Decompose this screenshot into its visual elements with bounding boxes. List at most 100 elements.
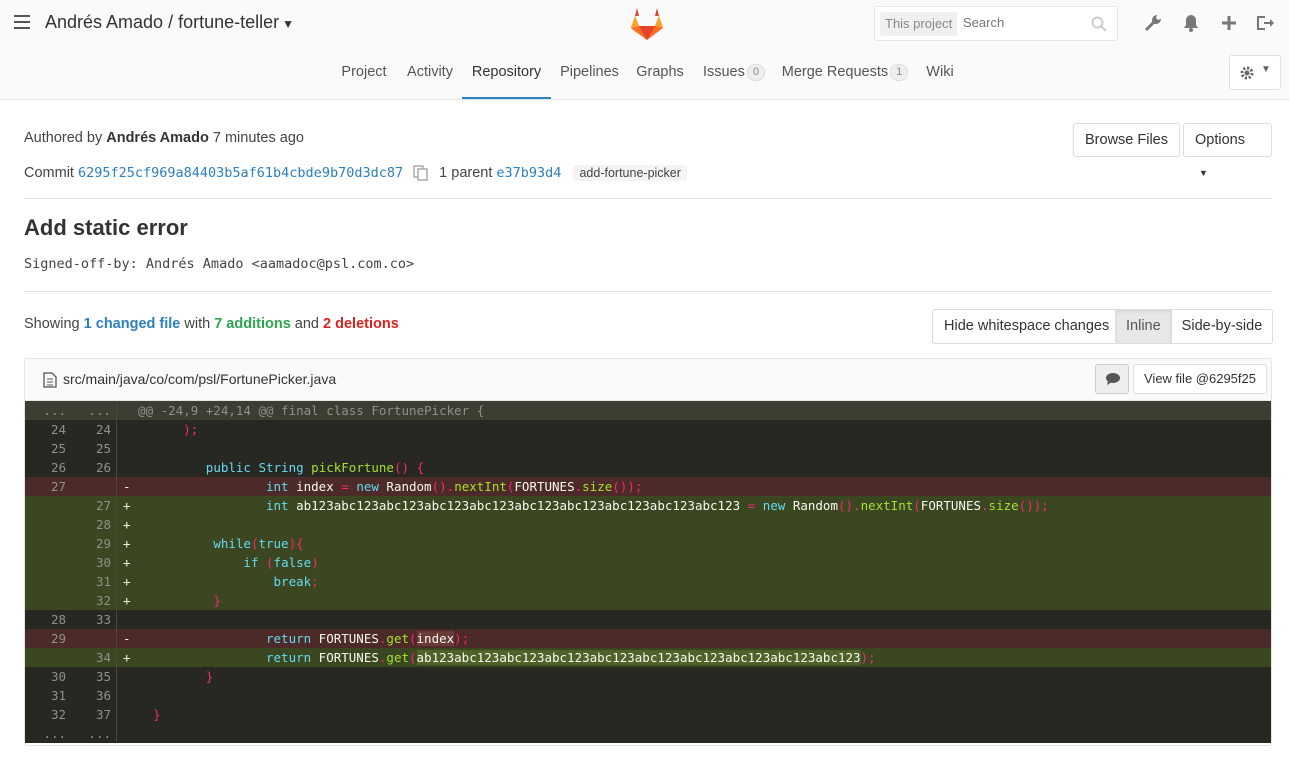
tab-pipelines[interactable]: Pipelines <box>555 50 624 99</box>
old-line-number[interactable]: 28 <box>25 610 71 629</box>
old-line-number[interactable] <box>25 648 71 667</box>
tab-issues[interactable]: Issues 0 <box>700 50 768 99</box>
search-input[interactable] <box>963 15 1083 30</box>
new-line-number[interactable]: ... <box>71 401 117 420</box>
project-nav-tabs: Project Activity Repository Pipelines Gr… <box>0 50 1289 100</box>
old-line-number[interactable]: ... <box>25 724 71 743</box>
new-line-number[interactable]: 29 <box>71 534 117 553</box>
new-line-number[interactable]: 26 <box>71 458 117 477</box>
tab-project[interactable]: Project <box>332 50 396 99</box>
tab-wiki[interactable]: Wiki <box>920 50 960 99</box>
project-title-text[interactable]: Andrés Amado / fortune-teller <box>45 12 279 32</box>
project-title[interactable]: Andrés Amado / fortune-teller ▼ <box>45 12 294 33</box>
issues-count-badge: 0 <box>746 63 766 81</box>
diff-line: 31 36 <box>25 686 1271 705</box>
old-line-number[interactable] <box>25 553 71 572</box>
wrench-icon[interactable] <box>1142 12 1164 34</box>
tab-label[interactable]: Issues <box>703 64 745 80</box>
sign-out-icon[interactable] <box>1254 12 1276 34</box>
tab-merge-requests[interactable]: Merge Requests 1 <box>780 50 910 99</box>
new-line-number[interactable]: 25 <box>71 439 117 458</box>
diff-summary: Showing 1 changed file with 7 additions … <box>24 316 399 332</box>
commit-author-line: Authored by Andrés Amado 7 minutes ago <box>24 130 304 146</box>
top-header: Andrés Amado / fortune-teller ▼ This proj… <box>0 0 1289 100</box>
gitlab-logo-icon[interactable] <box>628 4 666 42</box>
old-line-number[interactable] <box>25 515 71 534</box>
browse-files-button[interactable]: Browse Files <box>1073 123 1180 157</box>
menu-icon[interactable] <box>14 15 30 31</box>
tab-label[interactable]: Activity <box>407 64 453 80</box>
tab-label[interactable]: Project <box>341 64 386 80</box>
tab-label[interactable]: Merge Requests <box>782 64 888 80</box>
old-line-number[interactable]: 31 <box>25 686 71 705</box>
diff-line: 28 + <box>25 515 1271 534</box>
tab-label[interactable]: Pipelines <box>560 64 619 80</box>
new-line-number[interactable]: 27 <box>71 496 117 515</box>
new-line-number[interactable]: 33 <box>71 610 117 629</box>
copy-icon[interactable] <box>413 165 429 181</box>
bell-icon[interactable] <box>1180 12 1202 34</box>
caret-down-icon: ▼ <box>1199 168 1208 178</box>
inline-view-button[interactable]: Inline <box>1116 310 1172 343</box>
hide-whitespace-button[interactable]: Hide whitespace changes <box>932 309 1122 344</box>
plus-icon[interactable] <box>1218 12 1240 34</box>
old-line-number[interactable] <box>25 534 71 553</box>
view-file-button[interactable]: View file @6295f25 <box>1133 364 1267 394</box>
diff-line-code: } <box>205 669 214 684</box>
new-line-number[interactable]: 31 <box>71 572 117 591</box>
old-line-number[interactable]: 29 <box>25 629 71 648</box>
new-line-number[interactable] <box>71 629 117 648</box>
new-line-number[interactable]: 30 <box>71 553 117 572</box>
file-path[interactable]: src/main/java/co/com/psl/FortunePicker.j… <box>63 371 336 387</box>
parent-sha[interactable]: e37b93d4 <box>496 165 561 181</box>
diff-line-code: + } <box>123 593 221 608</box>
new-line-number[interactable]: ... <box>71 724 117 743</box>
deletions-count: 2 deletions <box>323 316 399 332</box>
new-line-number[interactable]: 32 <box>71 591 117 610</box>
options-dropdown-button[interactable]: Options ▼ <box>1183 123 1272 178</box>
diff-file: src/main/java/co/com/psl/FortunePicker.j… <box>24 358 1272 746</box>
tab-graphs[interactable]: Graphs <box>630 50 690 99</box>
old-line-number[interactable]: 26 <box>25 458 71 477</box>
new-line-number[interactable] <box>71 477 117 496</box>
old-line-number[interactable]: 24 <box>25 420 71 439</box>
tab-activity[interactable]: Activity <box>398 50 462 99</box>
diff-line-code: @@ -24,9 +24,14 @@ final class FortunePi… <box>123 403 485 418</box>
tab-label[interactable]: Graphs <box>636 64 684 80</box>
options-label[interactable]: Options <box>1195 132 1245 148</box>
project-settings-button[interactable]: ▼ <box>1229 55 1281 90</box>
toggle-comments-button[interactable] <box>1095 364 1129 394</box>
search-box[interactable]: This project <box>874 6 1118 41</box>
old-line-number[interactable] <box>25 591 71 610</box>
chevron-down-icon[interactable]: ▼ <box>282 17 294 31</box>
side-by-side-view-button[interactable]: Side-by-side <box>1171 310 1273 343</box>
tab-label[interactable]: Wiki <box>926 64 953 80</box>
file-text-icon <box>43 372 57 388</box>
tab-repository[interactable]: Repository <box>462 50 551 99</box>
new-line-number[interactable]: 28 <box>71 515 117 534</box>
search-scope-badge[interactable]: This project <box>880 12 958 36</box>
old-line-number[interactable]: ... <box>25 401 71 420</box>
changed-files-link[interactable]: 1 changed file <box>84 316 181 332</box>
new-line-number[interactable]: 24 <box>71 420 117 439</box>
old-line-number[interactable]: 32 <box>25 705 71 724</box>
commit-sha-line: Commit 6295f25cf969a84403b5af61b4cbde9b7… <box>24 165 687 181</box>
diff-line: 29 + while(true){ <box>25 534 1271 553</box>
diff-line: 32 + } <box>25 591 1271 610</box>
old-line-number[interactable] <box>25 496 71 515</box>
old-line-number[interactable]: 27 <box>25 477 71 496</box>
diff-line-code: + int ab123abc123abc123abc123abc123abc12… <box>123 498 1049 513</box>
new-line-number[interactable]: 34 <box>71 648 117 667</box>
tab-label[interactable]: Repository <box>472 64 541 80</box>
old-line-number[interactable]: 25 <box>25 439 71 458</box>
commit-author[interactable]: Andrés Amado <box>106 130 209 146</box>
new-line-number[interactable]: 37 <box>71 705 117 724</box>
new-line-number[interactable]: 36 <box>71 686 117 705</box>
with-label: with <box>184 316 211 332</box>
commit-sha[interactable]: 6295f25cf969a84403b5af61b4cbde9b70d3dc87 <box>78 165 403 181</box>
old-line-number[interactable] <box>25 572 71 591</box>
old-line-number[interactable]: 30 <box>25 667 71 686</box>
commit-time: 7 minutes ago <box>212 130 304 146</box>
new-line-number[interactable]: 35 <box>71 667 117 686</box>
branch-badge[interactable]: add-fortune-picker <box>573 165 687 181</box>
